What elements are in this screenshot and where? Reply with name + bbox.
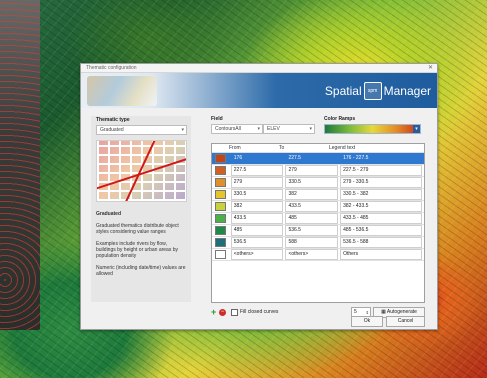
cell-to[interactable]: <others> <box>285 249 339 260</box>
brand-right: Manager <box>383 84 431 98</box>
chevron-down-icon: ▾ <box>181 127 184 133</box>
color-swatch[interactable] <box>215 202 226 211</box>
chevron-down-icon: ▾ <box>257 126 260 132</box>
table-row[interactable]: 330.5 382 330.5 - 382 <box>212 189 424 201</box>
color-ramp-select[interactable]: ▾ <box>324 124 421 134</box>
color-swatch[interactable] <box>215 178 226 187</box>
cell-to[interactable]: 588 <box>285 237 339 248</box>
cell-legend[interactable]: 227.5 - 279 <box>340 165 422 176</box>
cell-legend[interactable]: 485 - 536.5 <box>340 225 422 236</box>
ok-button[interactable]: Ok <box>351 316 383 327</box>
chevron-down-icon: ▾ <box>413 125 420 133</box>
cell-from[interactable]: 536.5 <box>230 237 284 248</box>
table-row[interactable]: 176 227.5 176 - 227.5 <box>212 153 424 165</box>
color-swatch[interactable] <box>215 250 226 259</box>
cell-from[interactable]: 485 <box>230 225 284 236</box>
header-from: From <box>229 145 241 151</box>
header-legend: Legend text <box>329 145 356 151</box>
cell-legend[interactable]: Others <box>340 249 422 260</box>
table-row[interactable]: 485 536.5 485 - 536.5 <box>212 225 424 237</box>
window-title: Thematic configuration <box>86 65 137 71</box>
cell-to[interactable]: 382 <box>285 189 339 200</box>
cell-to[interactable]: 279 <box>285 165 339 176</box>
brand-left: Spatial <box>324 84 362 98</box>
cell-legend[interactable]: 536.5 - 588 <box>340 237 422 248</box>
info-heading: Graduated <box>96 211 122 217</box>
grid-rows: 176 227.5 176 - 227.5 227.5 279 227.5 - 279 27… <box>212 153 424 261</box>
thematic-type-value: Graduated <box>100 127 124 133</box>
steps-value: 5 <box>354 309 357 315</box>
color-swatch[interactable] <box>215 238 226 247</box>
cell-legend[interactable]: 330.5 - 382 <box>340 189 422 200</box>
cell-from[interactable]: 382 <box>230 201 284 212</box>
fill-closed-curves-checkbox[interactable] <box>231 308 238 316</box>
close-icon[interactable]: ✕ <box>428 64 433 71</box>
table-row[interactable]: 536.5 588 536.5 - 588 <box>212 237 424 249</box>
color-swatch[interactable] <box>215 154 226 163</box>
fill-closed-curves-label: Fill closed curves <box>240 309 279 315</box>
cell-to[interactable]: 433.5 <box>285 201 339 212</box>
cell-to[interactable]: 227.5 <box>285 153 339 164</box>
bottom-controls: + − Fill closed curves <box>211 307 278 317</box>
banner-image <box>87 76 157 106</box>
field-label: Field <box>211 116 223 122</box>
thematic-preview-image <box>96 140 187 202</box>
cell-to[interactable]: 536.5 <box>285 225 339 236</box>
chevron-down-icon: ▾ <box>309 126 312 132</box>
ranges-grid: From To Legend text 176 227.5 176 - 227.5 2… <box>211 143 425 303</box>
cell-legend[interactable]: 382 - 433.5 <box>340 201 422 212</box>
side-map <box>0 0 40 330</box>
banner: Spatial spm Manager <box>81 73 437 108</box>
autogenerate-label: Autogenerate <box>386 309 417 315</box>
thematic-type-label: Thematic type <box>96 117 130 123</box>
cell-to[interactable]: 485 <box>285 213 339 224</box>
cell-legend[interactable]: 279 - 330.5 <box>340 177 422 188</box>
grid-header: From To Legend text <box>212 144 424 153</box>
color-ramps-label: Color Ramps <box>324 116 356 122</box>
thematic-type-select[interactable]: Graduated ▾ <box>96 125 187 135</box>
cell-to[interactable]: 330.5 <box>285 177 339 188</box>
brand-logo: Spatial spm Manager <box>325 82 431 100</box>
info-p3: Numeric (including date/time) values are… <box>96 265 186 277</box>
cell-legend[interactable]: 176 - 227.5 <box>340 153 422 164</box>
table-row[interactable]: 433.5 485 433.5 - 485 <box>212 213 424 225</box>
color-swatch[interactable] <box>215 214 226 223</box>
cell-from[interactable]: 433.5 <box>230 213 284 224</box>
cell-from[interactable]: <others> <box>230 249 284 260</box>
thematic-dialog: Thematic configuration ✕ Spatial spm Man… <box>80 63 438 330</box>
table-row[interactable]: 227.5 279 227.5 - 279 <box>212 165 424 177</box>
color-swatch[interactable] <box>215 190 226 199</box>
field-attribute-value: ELEV <box>267 126 280 132</box>
color-swatch[interactable] <box>215 166 226 175</box>
remove-icon[interactable]: − <box>219 308 226 316</box>
table-row[interactable]: 382 433.5 382 - 433.5 <box>212 201 424 213</box>
table-row[interactable]: <others> <others> Others <box>212 249 424 261</box>
table-row[interactable]: 279 330.5 279 - 330.5 <box>212 177 424 189</box>
cell-from[interactable]: 279 <box>230 177 284 188</box>
left-pane: Thematic type Graduated ▾ Graduated Grad… <box>91 116 191 302</box>
cell-from[interactable]: 330.5 <box>230 189 284 200</box>
header-to: To <box>279 145 285 151</box>
field-layer-value: ContoursAll <box>215 126 241 132</box>
title-bar: Thematic configuration ✕ <box>81 64 437 73</box>
add-icon[interactable]: + <box>211 307 219 317</box>
spm-icon: spm <box>363 82 382 100</box>
cell-from[interactable]: 227.5 <box>230 165 284 176</box>
field-layer-select[interactable]: ContoursAll ▾ <box>211 124 263 134</box>
field-attribute-select[interactable]: ELEV ▾ <box>263 124 315 134</box>
info-p1: Graduated thematics distribute object st… <box>96 223 179 235</box>
info-p2: Examples include rivers by flow, buildin… <box>96 241 178 259</box>
cell-legend[interactable]: 433.5 - 485 <box>340 213 422 224</box>
color-swatch[interactable] <box>215 226 226 235</box>
cancel-button[interactable]: Cancel <box>386 316 425 327</box>
cell-from[interactable]: 176 <box>230 153 284 164</box>
